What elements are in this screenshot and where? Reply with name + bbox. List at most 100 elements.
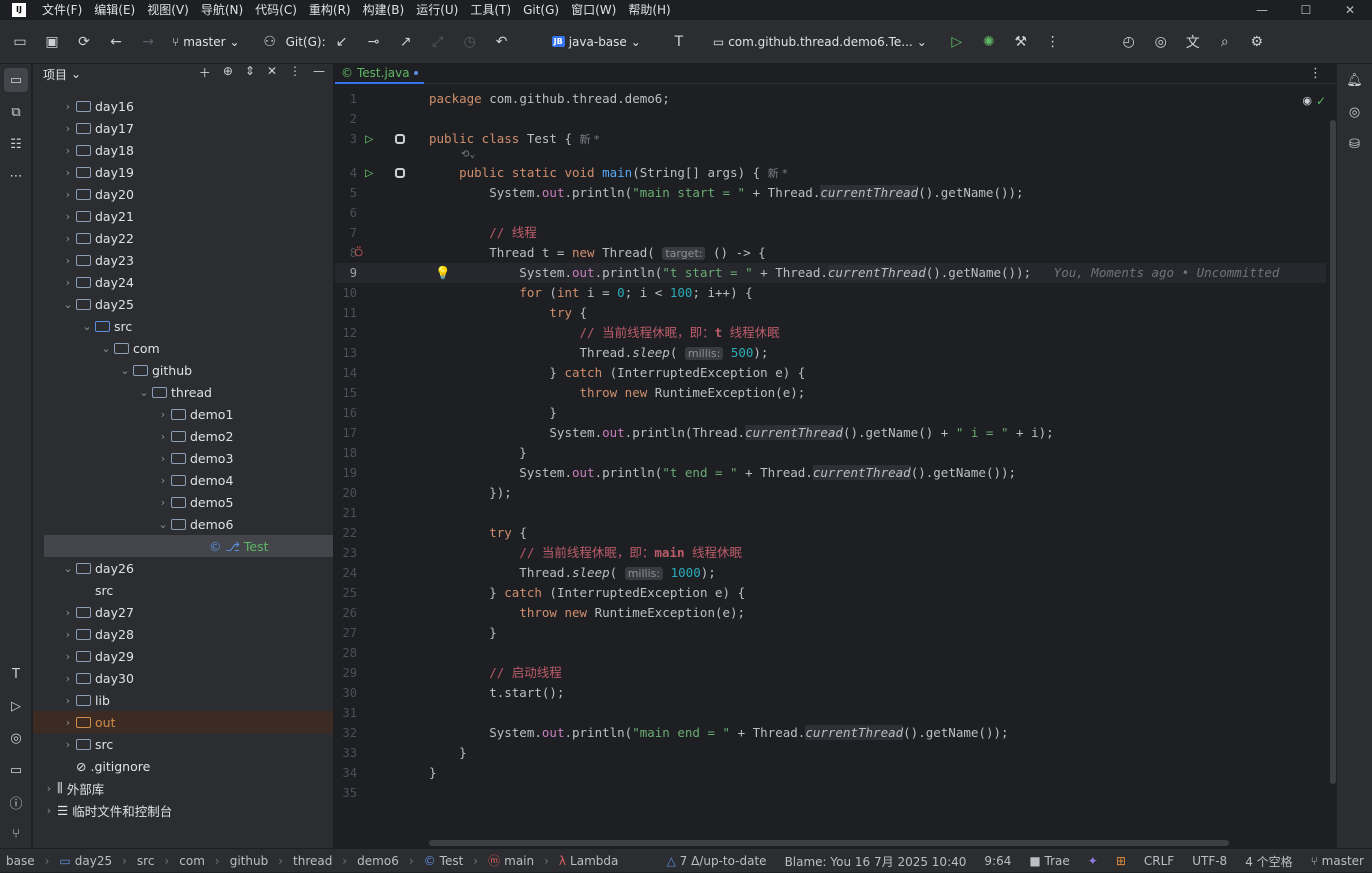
chevron-right-icon[interactable]: › — [60, 716, 76, 729]
chevron-right-icon[interactable]: › — [60, 606, 76, 619]
crumb[interactable]: Test — [440, 854, 464, 868]
crumb[interactable]: Lambda — [570, 854, 618, 868]
chevron-right-icon[interactable]: › — [155, 452, 171, 465]
settings-gear-icon[interactable]: ⚙ — [1241, 28, 1273, 56]
tree-node[interactable]: › day27 — [33, 601, 333, 623]
hide-icon[interactable]: — — [313, 64, 325, 81]
tree-node[interactable]: › lib — [33, 689, 333, 711]
crumb[interactable]: src — [137, 854, 155, 868]
more-tools-icon[interactable]: ⋯ — [0, 160, 32, 192]
run-config-widget[interactable]: ▭ com.github.thread.demo6.Te... ⌄ — [713, 35, 927, 49]
tree-node[interactable]: › day18 — [33, 139, 333, 161]
debug-icon[interactable]: ✺ — [973, 28, 1005, 56]
crumb[interactable]: base — [6, 854, 35, 868]
sync-icon[interactable]: ⟳ — [68, 28, 100, 56]
file-encoding[interactable]: UTF-8 — [1192, 854, 1227, 868]
vcs-status[interactable]: △ 7 Δ/up-to-date — [667, 854, 767, 868]
tree-node[interactable]: ⌄ day26 — [33, 557, 333, 579]
tree-node[interactable]: © ⎇ Test — [44, 535, 333, 557]
chevron-right-icon[interactable]: › — [60, 254, 76, 267]
tree-node[interactable]: › demo5 — [33, 491, 333, 513]
chevron-right-icon[interactable]: › — [60, 122, 76, 135]
chevron-down-icon[interactable]: ⌄ — [60, 562, 76, 575]
menu-navigate[interactable]: 导航(N) — [195, 0, 249, 20]
chevron-right-icon[interactable]: › — [60, 210, 76, 223]
chevron-down-icon[interactable]: ⌄ — [71, 67, 81, 81]
chevron-right-icon[interactable]: › — [60, 694, 76, 707]
git-branch-status[interactable]: ⑂ master — [1311, 854, 1364, 868]
menu-tools[interactable]: 工具(T) — [464, 0, 517, 20]
chevron-right-icon[interactable]: › — [60, 100, 76, 113]
chevron-right-icon[interactable]: › — [60, 650, 76, 663]
tree-node[interactable]: ⌄ src — [33, 315, 333, 337]
git-tool-icon[interactable]: ⑂ — [0, 818, 32, 850]
problems-tool-icon[interactable]: ⓘ — [0, 786, 32, 818]
run-gutter-icon[interactable]: ▷ — [365, 129, 373, 149]
menu-git[interactable]: Git(G) — [517, 0, 565, 20]
code-editor[interactable]: 1 package com.github.thread.demo6; 2 3 ▷ pu… — [335, 89, 1326, 828]
tree-node[interactable]: ⌄ thread — [33, 381, 333, 403]
run-tool-icon[interactable]: ▷ — [0, 690, 32, 722]
crumb[interactable]: github — [230, 854, 268, 868]
chevron-right-icon[interactable]: › — [155, 496, 171, 509]
git-merge-icon[interactable]: ⤢ — [422, 28, 454, 56]
tree-node[interactable]: › day19 — [33, 161, 333, 183]
bookmark-icon[interactable] — [395, 168, 405, 178]
chevron-right-icon[interactable]: › — [60, 276, 76, 289]
save-icon[interactable]: ▣ — [36, 28, 68, 56]
project-widget[interactable]: JB java-base ⌄ — [551, 35, 641, 49]
crumb[interactable]: main — [504, 854, 534, 868]
tree-node[interactable]: › demo4 — [33, 469, 333, 491]
git-history-icon[interactable]: ◷ — [454, 28, 486, 56]
hammer-t-icon[interactable]: T — [663, 28, 695, 56]
tree-node[interactable]: ⌄ github — [33, 359, 333, 381]
chevron-right-icon[interactable]: › — [155, 474, 171, 487]
line-separator[interactable]: CRLF — [1144, 854, 1174, 868]
menu-file[interactable]: 文件(F) — [36, 0, 88, 20]
plugin-icon[interactable]: ✦ — [1088, 854, 1098, 868]
menu-edit[interactable]: 编辑(E) — [88, 0, 141, 20]
add-user-icon[interactable]: ⚇ — [254, 28, 286, 56]
chevron-right-icon[interactable]: › — [60, 188, 76, 201]
chevron-down-icon[interactable]: ⌄ — [136, 386, 152, 399]
ai-chat-icon[interactable]: ◎ — [1337, 96, 1372, 128]
tree-node[interactable]: › day29 — [33, 645, 333, 667]
forward-icon[interactable]: → — [132, 28, 164, 56]
chevron-right-icon[interactable]: › — [155, 430, 171, 443]
tree-node[interactable]: › day16 — [33, 95, 333, 117]
menu-view[interactable]: 视图(V) — [141, 0, 195, 20]
tree-node[interactable]: src — [33, 579, 333, 601]
terminal-tool-icon[interactable]: ▭ — [0, 754, 32, 786]
tree-node[interactable]: › day28 — [33, 623, 333, 645]
menu-window[interactable]: 窗口(W) — [565, 0, 622, 20]
crumb[interactable]: thread — [293, 854, 332, 868]
tree-node[interactable]: ⌄ demo6 — [33, 513, 333, 535]
horizontal-scrollbar[interactable] — [429, 840, 1229, 846]
run-icon[interactable]: ▷ — [941, 28, 973, 56]
tree-node[interactable]: › day21 — [33, 205, 333, 227]
tree-node[interactable]: › demo3 — [33, 447, 333, 469]
copilot-icon[interactable]: ◎ — [1145, 28, 1177, 56]
git-update-icon[interactable]: ↙ — [326, 28, 358, 56]
options-icon[interactable]: ⋮ — [289, 64, 301, 81]
notifications-icon[interactable]: 🔔︎ — [1337, 64, 1372, 96]
database-icon[interactable]: ⛁ — [1337, 128, 1372, 160]
menu-build[interactable]: 构建(B) — [357, 0, 411, 20]
lambda-gutter-icon[interactable]: ⍥ — [355, 243, 363, 263]
blame-status[interactable]: Blame: You 16 7月 2025 10:40 — [785, 853, 967, 870]
menu-code[interactable]: 代码(C) — [249, 0, 303, 20]
chevron-right-icon[interactable]: › — [60, 672, 76, 685]
chevron-right-icon[interactable]: › — [41, 804, 57, 817]
chevron-down-icon[interactable]: ⌄ — [60, 298, 76, 311]
chevron-right-icon[interactable]: › — [60, 166, 76, 179]
run-gutter-icon[interactable]: ▷ — [365, 163, 373, 183]
chevron-right-icon[interactable]: › — [60, 738, 76, 751]
back-icon[interactable]: ← — [100, 28, 132, 56]
tree-node[interactable]: › ☰ 临时文件和控制台 — [33, 799, 333, 821]
open-folder-icon[interactable]: ▭ — [4, 28, 36, 56]
tree-node[interactable]: › day24 — [33, 271, 333, 293]
chevron-down-icon[interactable]: ⌄ — [79, 320, 95, 333]
close-icon[interactable]: ✕ — [1328, 0, 1372, 20]
more-icon[interactable]: ⋮ — [1037, 28, 1069, 56]
tree-node[interactable]: › demo1 — [33, 403, 333, 425]
